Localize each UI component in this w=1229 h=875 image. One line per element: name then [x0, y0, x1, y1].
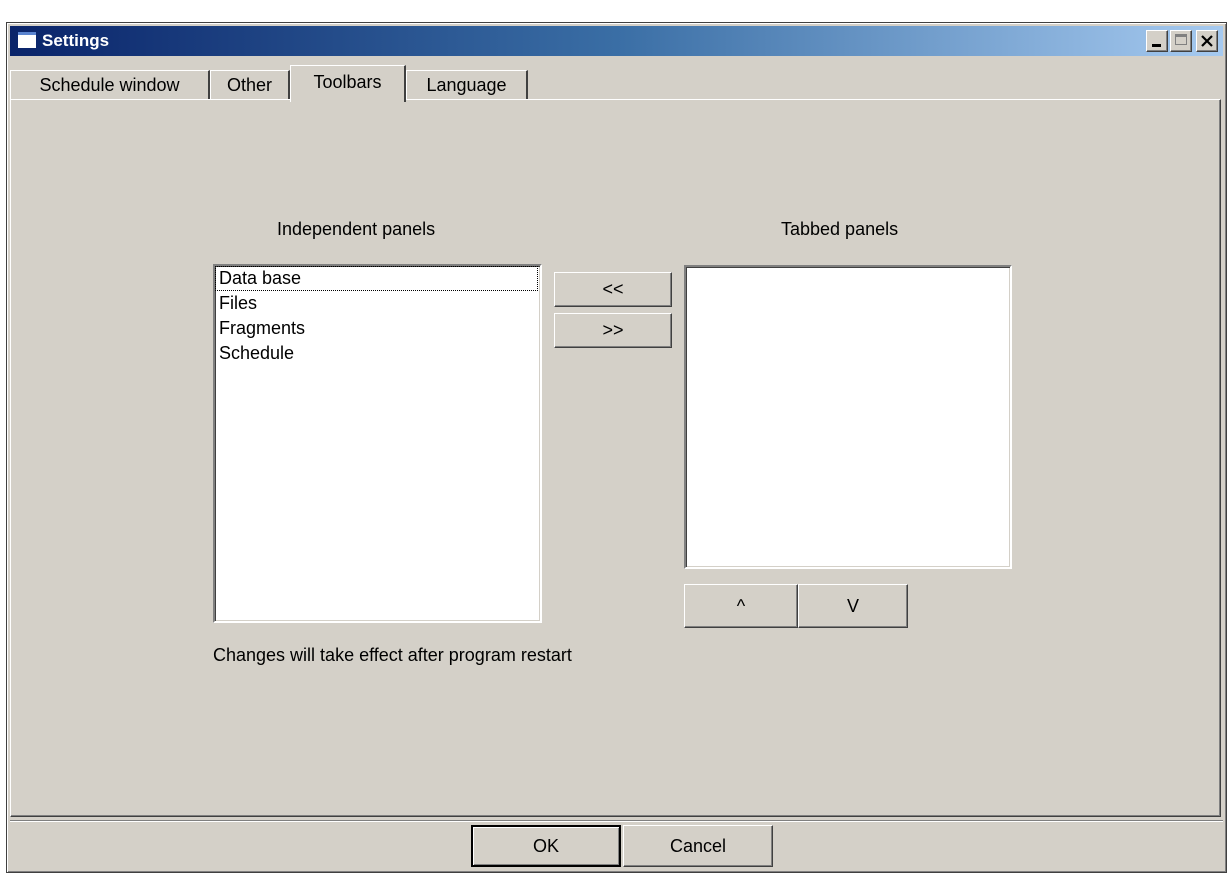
tab-strip: Schedule window Other Toolbars Language: [10, 63, 710, 102]
footer-separator: [10, 820, 1223, 822]
close-button[interactable]: [1196, 30, 1218, 52]
list-item[interactable]: Schedule: [215, 341, 540, 366]
move-down-button[interactable]: V: [798, 584, 908, 628]
window-title: Settings: [42, 31, 110, 50]
settings-dialog: Settings Schedule window Other Toolbars …: [6, 22, 1227, 873]
tab-other[interactable]: Other: [210, 70, 290, 100]
toolbars-tab-panel: Independent panels Data base Files Fragm…: [10, 99, 1221, 817]
tab-schedule-window[interactable]: Schedule window: [10, 70, 210, 100]
ok-button[interactable]: OK: [471, 825, 621, 867]
cancel-button[interactable]: Cancel: [623, 825, 773, 867]
tab-toolbars[interactable]: Toolbars: [290, 65, 406, 102]
title-bar[interactable]: Settings: [10, 26, 1223, 56]
list-item[interactable]: Files: [215, 291, 540, 316]
list-item[interactable]: Data base: [215, 266, 538, 291]
move-to-tabbed-button[interactable]: >>: [554, 313, 672, 348]
tabbed-panels-heading: Tabbed panels: [781, 219, 899, 239]
window-icon: [18, 32, 36, 48]
maximize-button[interactable]: [1170, 30, 1192, 52]
tabbed-panels-list[interactable]: [684, 265, 1012, 569]
move-to-independent-button[interactable]: <<: [554, 272, 672, 307]
close-icon: [1201, 35, 1213, 47]
minimize-button[interactable]: [1146, 30, 1168, 52]
independent-panels-list[interactable]: Data base Files Fragments Schedule: [213, 264, 542, 623]
tab-language[interactable]: Language: [406, 70, 528, 100]
independent-panels-heading: Independent panels: [277, 219, 436, 239]
list-item[interactable]: Fragments: [215, 316, 540, 341]
move-up-button[interactable]: ^: [684, 584, 798, 628]
restart-note: Changes will take effect after program r…: [213, 645, 572, 665]
